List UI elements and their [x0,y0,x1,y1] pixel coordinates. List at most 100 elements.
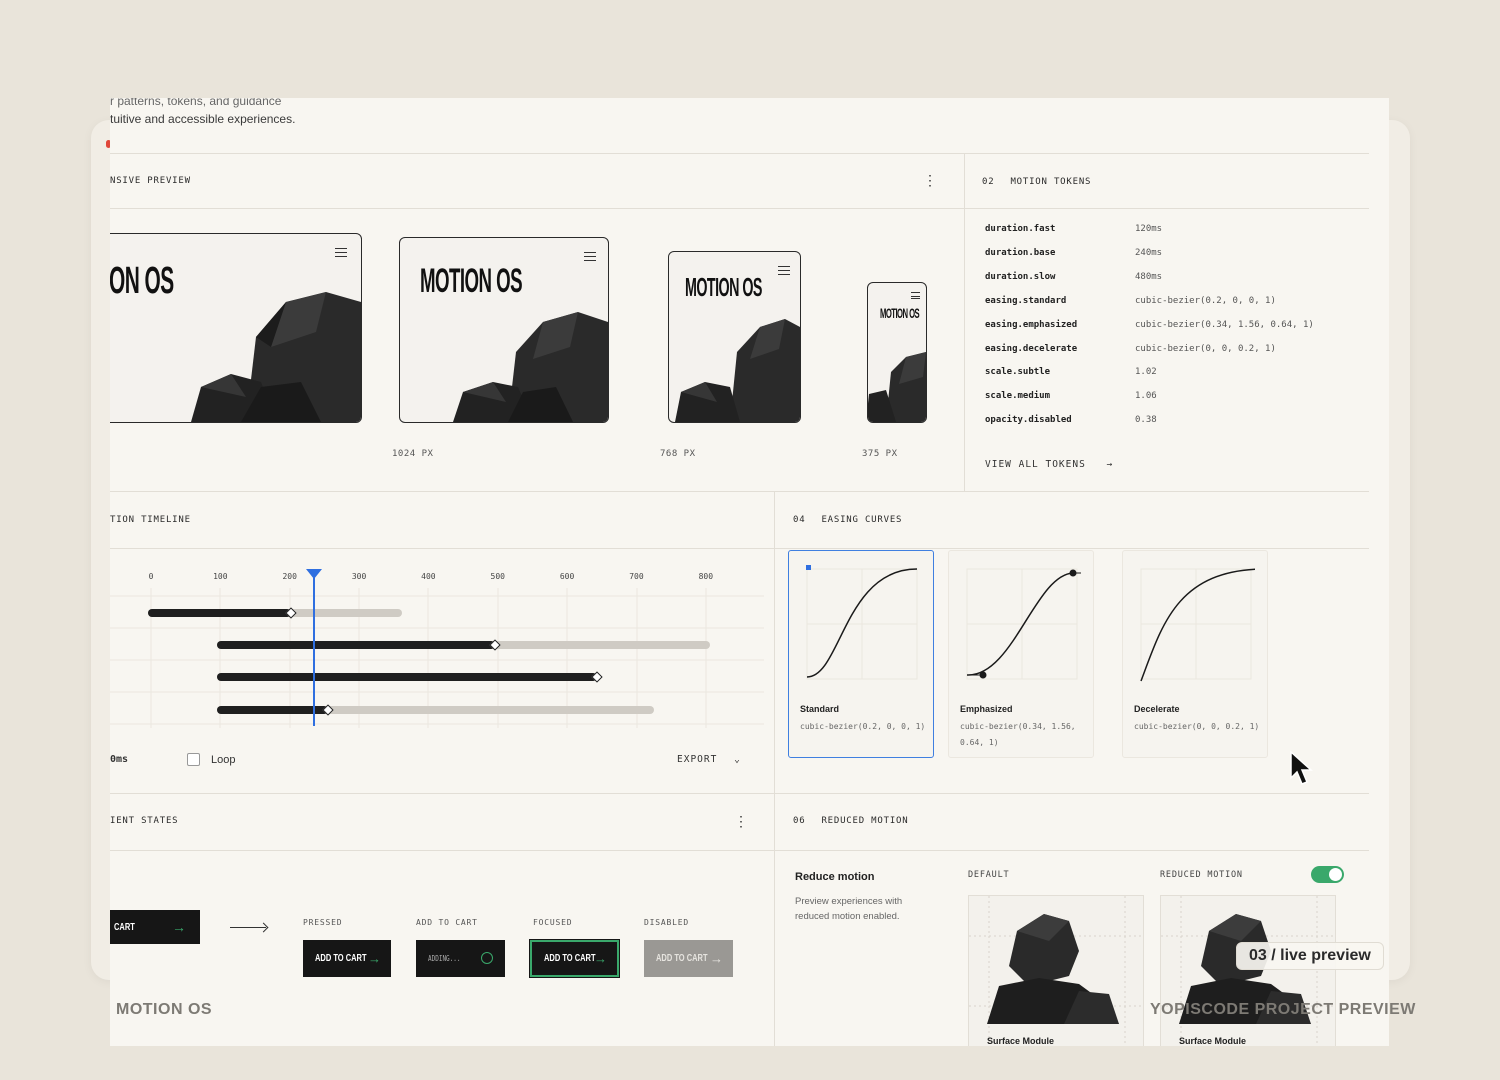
easing-card-emphasized[interactable]: Emphasized cubic-bezier(0.34, 1.56, 0.64… [948,550,1094,758]
transition-arrow-icon [230,927,266,928]
divider [964,208,1369,209]
timeline-progress [217,673,598,681]
reduce-motion-heading: Reduce motion [795,871,875,883]
state-label-loading: ADD TO CART [416,918,478,927]
section-title-text: EASING CURVES [821,515,903,525]
card-name: Surface Module [987,1036,1055,1046]
device-size-label: 768 PX [660,449,696,459]
token-value: 1.02 [1135,367,1157,377]
state-label-focused: FOCUSED [533,918,573,927]
default-label: DEFAULT [968,870,1010,880]
design-system-panel: r patterns, tokens, and guidance tuitive… [110,98,1389,1046]
section-title-text: MOTION TOKENS [1010,177,1092,187]
arrow-right-icon: → [172,919,186,935]
timeline-tick-label: 0 [148,572,154,581]
disabled-button: ADD TO CART → [644,940,733,977]
timeline-progress [217,706,329,714]
mouse-cursor-icon [1290,750,1313,785]
intro-text: r patterns, tokens, and guidance tuitive… [110,98,295,128]
section-number: 04 [793,515,806,525]
rock-illustration [191,292,361,422]
curve-name: Emphasized [960,704,1013,714]
token-value: cubic-bezier(0.34, 1.56, 0.64, 1) [1135,320,1314,330]
timeline-tick-label: 300 [351,572,367,581]
curve-name: Decelerate [1134,704,1180,714]
playhead[interactable] [313,576,315,726]
button-label: CART [114,921,135,933]
add-to-cart-button[interactable]: CART → [110,910,200,944]
easing-card-standard[interactable]: Standard cubic-bezier(0.2, 0, 0, 1) [788,550,934,758]
easing-card-decelerate[interactable]: Decelerate cubic-bezier(0, 0, 0.2, 1) [1122,550,1268,758]
timeline-tick-label: 200 [282,572,297,581]
curve-decelerate [1140,568,1255,682]
token-name: scale.subtle [985,367,1051,377]
token-name: duration.slow [985,272,1056,282]
token-name: easing.decelerate [985,344,1078,354]
arrow-right-icon: → [710,951,723,966]
reduced-motion-title: 06 REDUCED MOTION [793,816,909,826]
token-value: 0.38 [1135,415,1157,425]
curve-value: cubic-bezier(0.2, 0, 0, 1) [800,722,926,731]
easing-curves-title: 04 EASING CURVES [793,515,902,525]
token-value: cubic-bezier(0.2, 0, 0, 1) [1135,296,1276,306]
loop-checkbox[interactable] [187,753,200,766]
curve-emphasized [966,568,1081,680]
more-options-icon[interactable]: ⋮ [734,814,748,828]
timeline-progress [217,641,495,649]
timeline-title: TION TIMELINE [110,515,191,525]
timeline-tick-label: 800 [698,572,714,581]
section-number: 02 [982,177,995,187]
divider [110,208,964,209]
playhead-handle-icon[interactable] [306,569,322,579]
rock-illustration [675,319,800,422]
curve-value: cubic-bezier(0, 0, 0.2, 1) [1134,722,1260,731]
hamburger-icon [335,248,347,257]
reduced-preview-card: Surface Module [1160,895,1336,1046]
section-number: 06 [793,816,806,826]
device-size-label: 375 PX [862,449,898,459]
button-label: ADD TO CART [544,953,596,964]
state-label-disabled: DISABLED [644,918,689,927]
token-value: cubic-bezier(0, 0, 0.2, 1) [1135,344,1276,354]
focused-button[interactable]: ADD TO CART → [529,939,620,978]
timeline-tick-label: 600 [559,572,575,581]
token-name: duration.fast [985,224,1056,234]
token-name: easing.emphasized [985,320,1078,330]
rock-illustration [453,312,608,422]
device-frame-desktop: ON OS [110,233,362,423]
loading-button[interactable]: ADDING... [416,940,505,977]
arrow-right-icon: → [368,951,381,966]
token-name: easing.standard [985,296,1067,306]
reduced-motion-toggle[interactable] [1311,866,1344,883]
token-value: 120ms [1135,224,1163,234]
pressed-button[interactable]: ADD TO CART → [303,940,391,977]
hamburger-icon [584,252,596,261]
more-options-icon[interactable]: ⋮ [923,173,937,187]
token-value: 240ms [1135,248,1163,258]
time-readout: 0ms [110,754,129,765]
loop-label: Loop [211,754,236,766]
button-label: ADD TO CART [315,953,367,964]
reduced-motion-label: REDUCED MOTION [1160,870,1243,880]
divider [110,850,1369,851]
timeline-tick-label: 400 [421,572,436,581]
motion-tokens-title: 02 MOTION TOKENS [982,177,1091,187]
view-all-label: VIEW ALL TOKENS [985,459,1086,470]
caption-brand: MOTION OS [116,1001,213,1018]
token-name: opacity.disabled [985,415,1072,425]
arrow-right-icon: → [594,951,607,966]
divider [110,491,1369,492]
export-dropdown[interactable]: EXPORT ⌄ [677,754,741,765]
device-brand: MOTION OS [880,305,920,321]
rock-illustration [868,352,926,422]
timeline-tick-label: 700 [629,572,644,581]
token-value: 480ms [1135,272,1163,282]
curve-value: cubic-bezier(0.34, 1.56, 0.64, 1) [960,722,1076,747]
token-name: duration.base [985,248,1056,258]
rock-illustration [1161,896,1335,1046]
token-value: 1.06 [1135,391,1157,401]
responsive-preview-title: NSIVE PREVIEW [110,176,191,186]
caption-project: YOPISCODE PROJECT PREVIEW [1150,1001,1416,1018]
view-all-tokens-link[interactable]: VIEW ALL TOKENS → [985,459,1113,470]
intro-line-2: tuitive and accessible experiences. [110,112,296,126]
